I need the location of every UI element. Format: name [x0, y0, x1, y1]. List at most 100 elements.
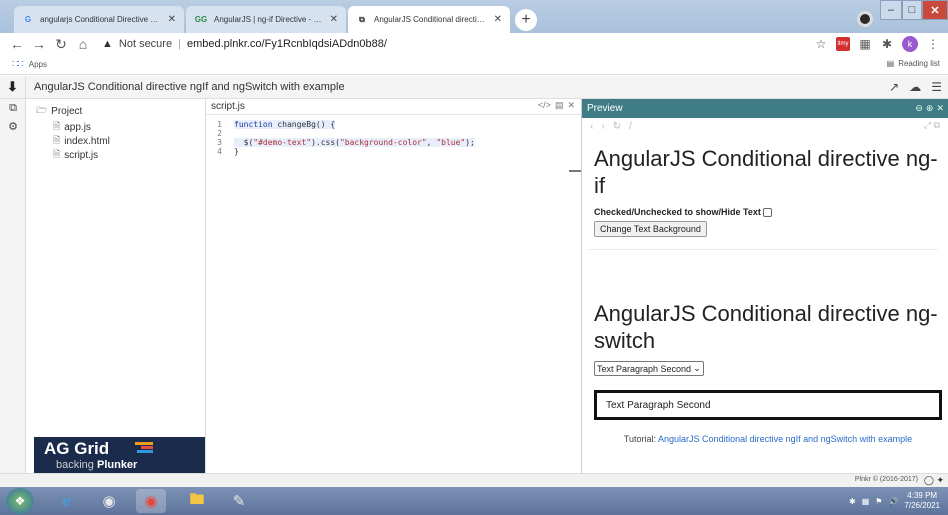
change-background-button[interactable]: Change Text Background: [594, 221, 707, 237]
menu-kebab-icon[interactable]: ⋮: [926, 37, 940, 51]
file-item-script-js[interactable]: 🗎 script.js: [26, 148, 205, 162]
reading-list-icon: ▤: [886, 59, 895, 68]
extension-icon[interactable]: ltmy: [836, 37, 850, 51]
extension-icon[interactable]: ▦: [858, 37, 872, 51]
preview-title: Preview: [587, 103, 623, 114]
line-number: 4: [217, 147, 222, 156]
avatar[interactable]: k: [902, 36, 918, 52]
close-editor-icon[interactable]: ✕: [567, 100, 575, 111]
system-tray: ✱ ▦ ⚑ 🔊 4:39 PM 7/26/2021: [849, 487, 948, 515]
bluetooth-icon[interactable]: ✱: [849, 497, 856, 506]
chrome-icon[interactable]: ◉: [136, 489, 166, 513]
clock[interactable]: 4:39 PM 7/26/2021: [904, 491, 940, 511]
code-line: 3 $("#demo-text").css("background-color"…: [206, 138, 581, 147]
profile-icon[interactable]: [857, 11, 873, 27]
preview-refresh-icon[interactable]: ↻: [613, 121, 621, 132]
open-external-icon[interactable]: ↗: [889, 80, 899, 94]
internet-explorer-icon[interactable]: ℯ: [52, 489, 82, 513]
new-tab-button[interactable]: +: [515, 9, 537, 31]
maximize-button[interactable]: □: [902, 0, 922, 20]
minimize-button[interactable]: –: [880, 0, 902, 20]
file-item-index-html[interactable]: 🗎 index.html: [26, 134, 205, 148]
files-icon[interactable]: ⧉: [0, 99, 26, 117]
show-hide-checkbox-row[interactable]: Checked/Unchecked to show/Hide Text: [594, 207, 948, 217]
tagline-text: backing: [56, 459, 94, 471]
ngswitch-heading: AngularJS Conditional directive ng-switc…: [594, 301, 938, 353]
cloud-icon[interactable]: ☁: [909, 80, 921, 94]
github-twitter-icon[interactable]: ◯ ✦: [924, 475, 944, 486]
extensions-puzzle-icon[interactable]: ✱: [880, 37, 894, 51]
code-line: 2: [206, 129, 581, 138]
text-paragraph-box: Text Paragraph Second: [594, 390, 942, 420]
select-value: Text Paragraph Second: [597, 363, 692, 374]
window-close-button[interactable]: ✕: [922, 0, 948, 20]
settings-gear-icon[interactable]: ⚙: [0, 117, 26, 135]
file-item-app-js[interactable]: 🗎 app.js: [26, 120, 205, 134]
media-player-icon[interactable]: ◉: [94, 489, 124, 513]
plunker-logo-icon[interactable]: ⬇: [0, 75, 26, 99]
paint-icon[interactable]: ✎: [224, 489, 254, 513]
network-icon[interactable]: ▦: [862, 497, 870, 506]
code-text: function changeBg() {: [234, 120, 336, 129]
browser-tab[interactable]: GG AngularJS | ng-if Directive - Geeksfo…: [186, 6, 346, 33]
code-line: 4 }: [206, 147, 581, 156]
apps-label[interactable]: Apps: [29, 60, 47, 69]
volume-icon[interactable]: 🔊: [888, 497, 898, 506]
close-preview-icon[interactable]: ✕: [936, 103, 944, 114]
flag-icon[interactable]: ⚑: [875, 497, 882, 506]
code-view-icon[interactable]: </>: [538, 100, 551, 111]
bookmark-star-icon[interactable]: ☆: [814, 37, 828, 51]
ag-grid-logo-icon: [135, 442, 157, 454]
editor-header: script.js </> ▤ ✕: [206, 99, 581, 115]
code-text: }: [234, 147, 239, 156]
code-area[interactable]: 1 function changeBg() { 2 3 $("#demo-tex…: [206, 115, 581, 172]
hamburger-menu-icon[interactable]: ☰: [931, 80, 942, 94]
code-editor[interactable]: script.js </> ▤ ✕ 1 function changeBg() …: [206, 99, 582, 473]
browser-tab-strip: G angularjs Conditional Directive progra…: [0, 0, 948, 33]
ngif-heading: AngularJS Conditional directive ng-if: [594, 146, 938, 198]
reload-icon[interactable]: ↻: [50, 36, 72, 53]
tutorial-link[interactable]: AngularJS Conditional directive ngIf and…: [658, 434, 912, 444]
browser-tab[interactable]: G angularjs Conditional Directive progra…: [14, 6, 184, 33]
line-number: 1: [217, 120, 222, 129]
windows-taskbar: ❖ ℯ ◉ ◉ 🖿 ✎ ✱ ▦ ⚑ 🔊 4:39 PM 7/26/2021: [0, 487, 948, 515]
close-tab-icon[interactable]: ✕: [330, 14, 338, 25]
close-tab-icon[interactable]: ✕: [494, 14, 502, 25]
preview-nav: ‹ › ↻ / ⤢ ⧉: [582, 118, 948, 134]
tab-label: angularjs Conditional Directive progra…: [40, 15, 162, 24]
start-button-icon[interactable]: ❖: [6, 488, 34, 514]
reading-list[interactable]: ▤ Reading list: [887, 59, 940, 68]
checkbox-label: Checked/Unchecked to show/Hide Text: [594, 207, 761, 217]
editor-filename: script.js: [211, 101, 245, 112]
address-separator: |: [178, 38, 181, 50]
home-icon[interactable]: ⌂: [72, 36, 94, 52]
code-line: 1 function changeBg() {: [206, 120, 581, 129]
file-view-icon[interactable]: ▤: [555, 100, 564, 111]
tab-label: AngularJS | ng-if Directive - GeeksforGe…: [214, 15, 324, 24]
tagline-bold: Plunker: [96, 459, 138, 471]
back-icon[interactable]: ←: [6, 36, 28, 52]
preview-forward-icon[interactable]: ›: [601, 121, 604, 132]
preview-expand-icon[interactable]: ⤢ ⧉: [924, 120, 940, 131]
show-hide-checkbox[interactable]: [762, 207, 772, 217]
file-explorer-icon[interactable]: 🖿: [182, 489, 212, 513]
close-tab-icon[interactable]: ✕: [168, 14, 176, 25]
browser-tab-active[interactable]: ⧉ AngularJS Conditional directive ngIf a…: [348, 6, 510, 33]
forward-icon[interactable]: →: [28, 36, 50, 52]
zoom-in-icon[interactable]: ⊕: [926, 103, 934, 114]
preview-pane: Preview ⊖ ⊕ ✕ ‹ › ↻ / ⤢ ⧉ AngularJS Cond…: [582, 99, 948, 473]
address-bar[interactable]: ▲ Not secure | embed.plnkr.co/Fy1RcnbIqd…: [102, 38, 387, 50]
paragraph-select[interactable]: Text Paragraph Second ⌄: [594, 361, 704, 376]
footer-copyright: Plnkr © (2016-2017): [854, 476, 918, 483]
editor-split-handle[interactable]: [569, 170, 581, 172]
browser-toolbar: ← → ↻ ⌂ ▲ Not secure | embed.plnkr.co/Fy…: [0, 33, 948, 55]
preview-header: Preview ⊖ ⊕ ✕: [582, 99, 948, 118]
project-folder[interactable]: 🗁 Project: [26, 104, 205, 118]
apps-grid-icon[interactable]: ∷∷: [12, 59, 24, 70]
zoom-out-icon[interactable]: ⊖: [915, 103, 923, 114]
preview-back-icon[interactable]: ‹: [590, 121, 593, 132]
file-label: script.js: [64, 149, 99, 161]
ag-grid-sponsor-banner[interactable]: AG Grid backing Plunker: [34, 437, 205, 473]
line-number: 2: [217, 129, 222, 138]
